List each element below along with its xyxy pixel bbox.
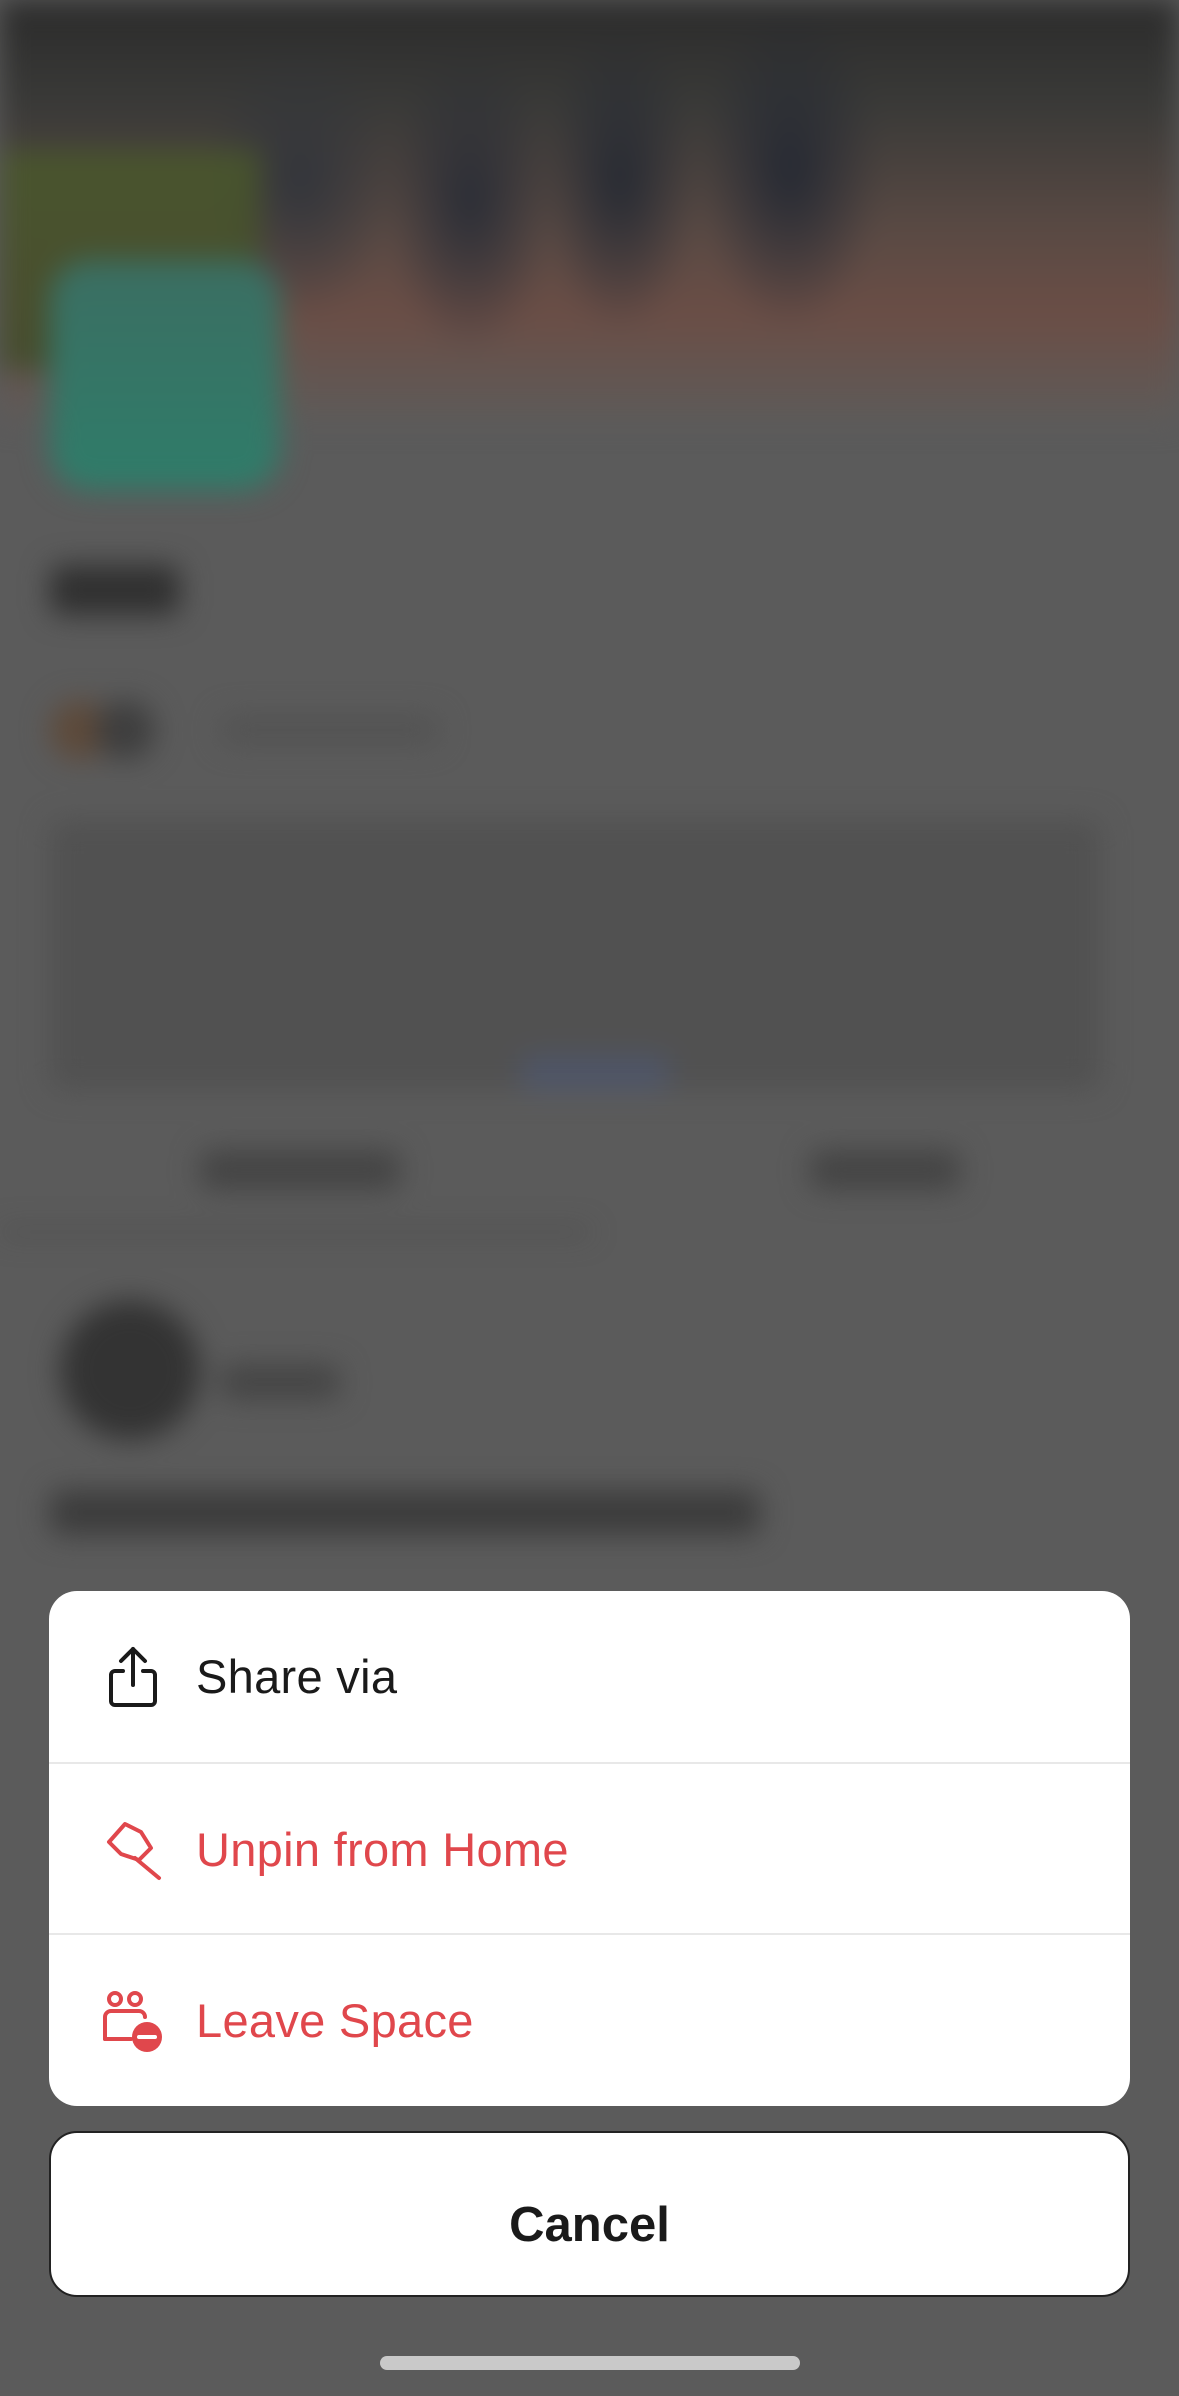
space-title-placeholder: [50, 565, 180, 615]
home-indicator[interactable]: [380, 2356, 800, 2370]
action-sheet: Share via Unpin from Home Leave Space: [49, 1591, 1130, 2106]
see-more-placeholder: [520, 1055, 670, 1090]
tab-underline: [0, 1230, 590, 1234]
post-author-name-placeholder: [220, 1365, 340, 1399]
tab-placeholder-2: [810, 1150, 960, 1190]
unpin-from-home-option[interactable]: Unpin from Home: [49, 1762, 1130, 1935]
leave-space-option[interactable]: Leave Space: [49, 1933, 1130, 2106]
description-placeholder: [50, 820, 1100, 1090]
share-via-option[interactable]: Share via: [49, 1591, 1130, 1762]
cancel-button[interactable]: Cancel: [49, 2131, 1130, 2297]
leave-space-label: Leave Space: [196, 1994, 474, 2047]
cancel-label: Cancel: [509, 2198, 670, 2252]
tab-placeholder-1: [200, 1150, 400, 1190]
screen: Share via Unpin from Home Leave Space Ca…: [0, 0, 1179, 2396]
unpin-icon: [101, 1818, 165, 1882]
space-avatar: [50, 260, 280, 490]
share-via-label: Share via: [196, 1650, 398, 1703]
leave-space-icon: [101, 1989, 165, 2053]
post-text-placeholder: [50, 1490, 760, 1535]
unpin-from-home-label: Unpin from Home: [196, 1823, 569, 1876]
share-icon: [101, 1645, 165, 1709]
member-avatar-2: [95, 700, 155, 760]
post-author-avatar: [60, 1300, 200, 1440]
member-count-placeholder: [220, 715, 440, 745]
